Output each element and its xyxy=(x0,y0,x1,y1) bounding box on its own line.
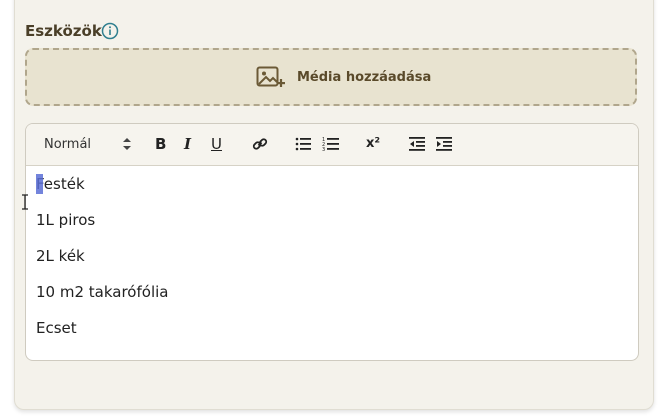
editor-toolbar: Normál B I U 1 2 3 x² xyxy=(26,124,638,166)
text-selection xyxy=(36,174,43,194)
image-add-icon xyxy=(256,66,285,87)
rich-text-editor[interactable]: Normál B I U 1 2 3 x² Festék 1L piros 2L… xyxy=(25,123,639,361)
select-arrows-icon xyxy=(123,138,131,150)
text-cursor-icon xyxy=(22,194,28,210)
bold-button[interactable]: B xyxy=(155,135,166,153)
format-select-value: Normál xyxy=(44,137,92,152)
numbered-list-icon[interactable]: 1 2 3 xyxy=(322,136,340,152)
underline-button[interactable]: U xyxy=(211,135,222,153)
editor-line: 10 m2 takarófólia xyxy=(36,283,169,301)
superscript-button[interactable]: x² xyxy=(366,136,380,151)
editor-content[interactable]: Festék 1L piros 2L kék 10 m2 takarófólia… xyxy=(36,172,628,352)
section-title: Eszközök xyxy=(25,22,102,40)
editor-line: 2L kék xyxy=(36,247,85,265)
outdent-icon[interactable] xyxy=(409,137,425,151)
editor-line: Festék xyxy=(36,174,85,194)
link-icon[interactable] xyxy=(252,136,268,152)
info-circle-icon[interactable] xyxy=(101,22,119,40)
add-media-button[interactable]: Média hozzáadása xyxy=(25,48,637,106)
editor-line: Ecset xyxy=(36,319,77,337)
editor-line: 1L piros xyxy=(36,211,96,229)
add-media-label: Média hozzáadása xyxy=(297,70,432,85)
svg-text:3: 3 xyxy=(322,147,325,152)
indent-icon[interactable] xyxy=(436,137,452,151)
format-select[interactable]: Normál xyxy=(32,132,132,158)
italic-button[interactable]: I xyxy=(184,135,191,153)
bullet-list-icon[interactable] xyxy=(295,137,312,151)
